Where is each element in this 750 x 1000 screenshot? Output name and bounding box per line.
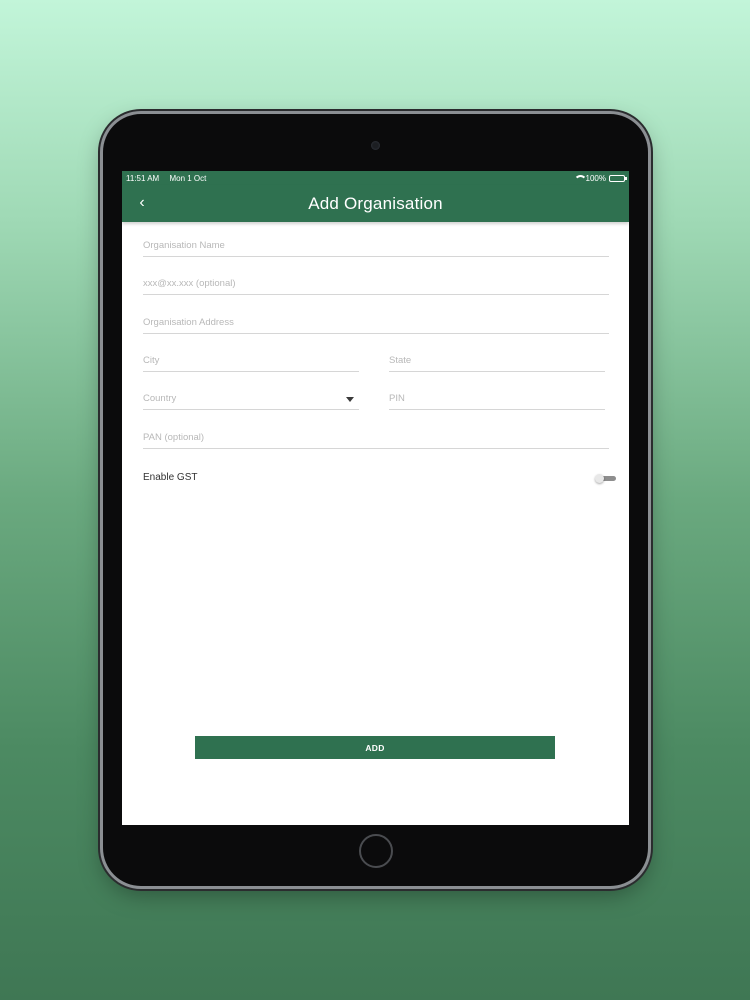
enable-gst-toggle[interactable] xyxy=(595,474,617,483)
back-button[interactable]: ‹ xyxy=(134,193,150,213)
state-input[interactable] xyxy=(389,351,605,366)
city-input[interactable] xyxy=(143,351,359,366)
email-input[interactable] xyxy=(143,274,609,289)
address-field xyxy=(143,312,609,334)
pin-input[interactable] xyxy=(389,389,605,404)
pan-input[interactable] xyxy=(143,428,609,443)
address-input[interactable] xyxy=(143,313,609,328)
toggle-thumb xyxy=(595,474,604,483)
enable-gst-label: Enable GST xyxy=(143,472,198,483)
battery-percent: 100% xyxy=(585,173,606,183)
wifi-icon xyxy=(573,174,587,182)
add-button[interactable]: ADD xyxy=(195,736,555,759)
organisation-name-field xyxy=(143,235,609,257)
country-input[interactable] xyxy=(143,389,359,404)
ipad-device-frame: 11:51 AM Mon 1 Oct 100% ‹ Add Organisati… xyxy=(103,114,648,886)
country-select[interactable] xyxy=(143,388,359,410)
chevron-left-icon: ‹ xyxy=(139,194,145,211)
status-time: 11:51 AM xyxy=(126,173,160,183)
home-button[interactable] xyxy=(359,834,393,868)
app-screen: 11:51 AM Mon 1 Oct 100% ‹ Add Organisati… xyxy=(122,171,629,825)
battery-icon xyxy=(609,174,627,182)
city-field xyxy=(143,350,359,372)
app-bar: ‹ Add Organisation xyxy=(122,185,629,222)
pan-field xyxy=(143,427,609,449)
status-bar: 11:51 AM Mon 1 Oct 100% xyxy=(122,171,629,185)
status-left: 11:51 AM Mon 1 Oct xyxy=(126,174,214,183)
status-right: 100% xyxy=(573,173,627,183)
organisation-name-input[interactable] xyxy=(143,236,609,251)
page-title: Add Organisation xyxy=(308,193,443,213)
pin-field xyxy=(389,388,605,410)
camera-icon xyxy=(371,141,380,150)
caret-down-icon xyxy=(346,397,354,402)
status-date: Mon 1 Oct xyxy=(169,173,207,183)
email-field xyxy=(143,273,609,295)
state-field xyxy=(389,350,605,372)
